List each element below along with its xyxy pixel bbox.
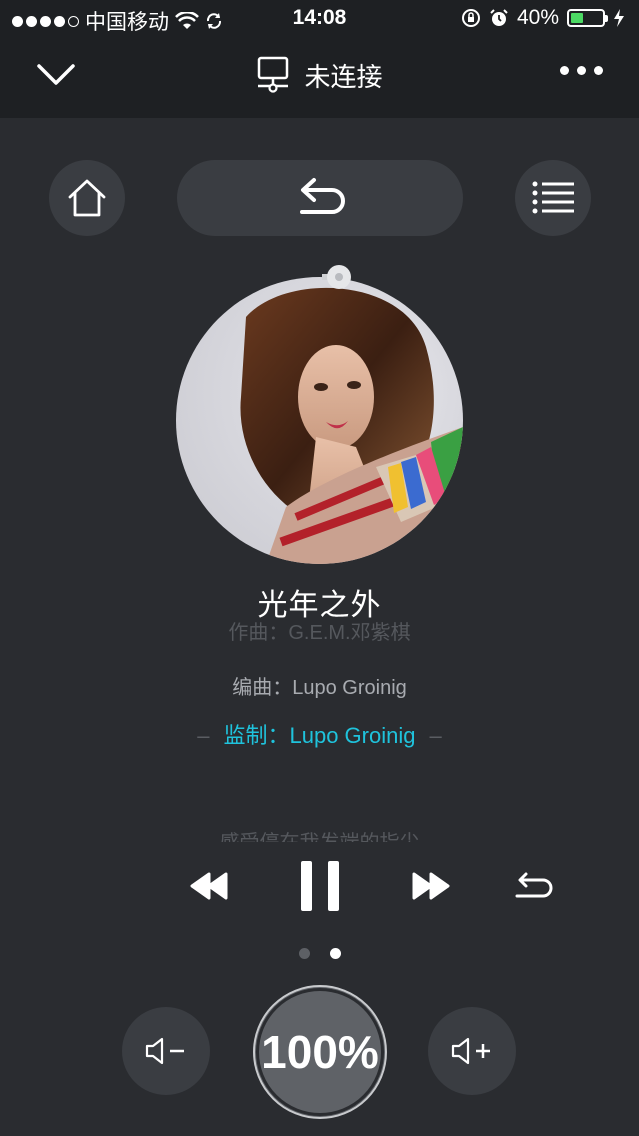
fast-forward-icon (412, 872, 450, 900)
repeat-mode-button[interactable] (510, 868, 554, 904)
back-arrow-icon (300, 178, 345, 214)
pause-button[interactable] (294, 856, 346, 916)
home-icon (68, 179, 106, 217)
alarm-icon (490, 9, 508, 26)
battery-icon (567, 9, 608, 27)
lyric-line-next: 感受停在我发端的指尖 (0, 826, 639, 842)
connection-label: 未连接 (304, 61, 383, 92)
status-bar: 中国移动 14:08 40% (0, 0, 639, 36)
lyric-line-current: – 监制：Lupo Groinig – (197, 723, 442, 748)
previous-button[interactable] (186, 866, 232, 906)
album-cover-image (240, 287, 463, 564)
rotation-lock-icon (461, 9, 480, 27)
list-icon (532, 181, 574, 214)
volume-level-text: 100% (261, 1026, 379, 1078)
lyric-next-text: 感受停在我发端的指尖 (0, 826, 639, 842)
more-options-icon[interactable] (560, 66, 603, 75)
battery-percent: 40% (516, 6, 559, 29)
home-button[interactable] (49, 160, 125, 236)
album-art (176, 277, 463, 564)
pause-icon (301, 861, 339, 911)
header-bar: 未连接 (0, 36, 639, 118)
lyric-line-composer: 作曲：G.E.M.邓紫棋 (0, 622, 639, 642)
lyric-current-text: 监制：Lupo Groinig (223, 723, 416, 748)
volume-up-icon (451, 1037, 490, 1065)
lyric-composer-text: 作曲：G.E.M.邓紫棋 (228, 622, 411, 642)
volume-down-icon (145, 1037, 184, 1065)
device-icon (258, 56, 289, 93)
page-dot-2[interactable] (329, 948, 341, 959)
repeat-icon (515, 872, 553, 898)
next-button[interactable] (408, 866, 454, 906)
charging-icon (614, 9, 624, 27)
rewind-icon (190, 872, 228, 900)
status-right: 40% (461, 6, 625, 30)
volume-level-display[interactable]: 100% (253, 985, 387, 1119)
song-title: 光年之外 (257, 589, 382, 622)
volume-up-button[interactable] (428, 1007, 516, 1095)
playlist-button[interactable] (515, 160, 591, 236)
page-indicator[interactable] (0, 948, 639, 959)
page-dot-1[interactable] (298, 948, 310, 959)
volume-down-button[interactable] (122, 1007, 210, 1095)
back-button[interactable] (177, 160, 463, 236)
lyric-line-arranger: 编曲：Lupo Groinig (232, 677, 407, 699)
connection-status[interactable]: 未连接 (0, 56, 639, 94)
turntable-needle-icon (322, 265, 351, 289)
